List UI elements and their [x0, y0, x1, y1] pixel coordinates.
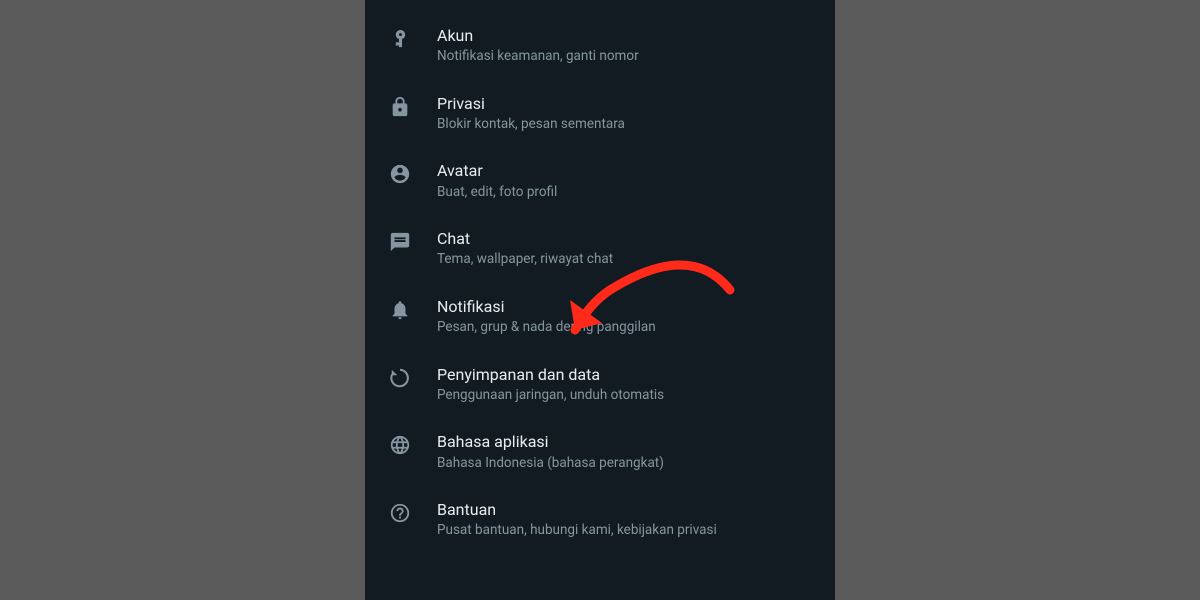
setting-item-penyimpanan[interactable]: Penyimpanan dan data Penggunaan jaringan…: [365, 351, 835, 419]
setting-item-bahasa[interactable]: Bahasa aplikasi Bahasa Indonesia (bahasa…: [365, 418, 835, 486]
setting-item-bantuan[interactable]: Bantuan Pusat bantuan, hubungi kami, keb…: [365, 486, 835, 554]
setting-item-privasi[interactable]: Privasi Blokir kontak, pesan sementara: [365, 80, 835, 148]
setting-text: Bahasa aplikasi Bahasa Indonesia (bahasa…: [437, 432, 815, 472]
setting-text: Notifikasi Pesan, grup & nada dering pan…: [437, 297, 815, 337]
avatar-icon: [389, 161, 437, 185]
setting-subtitle: Bahasa Indonesia (bahasa perangkat): [437, 455, 815, 473]
setting-text: Chat Tema, wallpaper, riwayat chat: [437, 229, 815, 269]
bell-icon: [389, 297, 437, 321]
help-icon: [389, 500, 437, 524]
setting-subtitle: Blokir kontak, pesan sementara: [437, 116, 815, 134]
setting-title: Avatar: [437, 161, 815, 180]
globe-icon: [389, 432, 437, 456]
setting-text: Bantuan Pusat bantuan, hubungi kami, keb…: [437, 500, 815, 540]
setting-item-avatar[interactable]: Avatar Buat, edit, foto profil: [365, 147, 835, 215]
settings-list: Akun Notifikasi keamanan, ganti nomor Pr…: [365, 0, 835, 554]
chat-icon: [389, 229, 437, 253]
setting-subtitle: Pusat bantuan, hubungi kami, kebijakan p…: [437, 522, 815, 540]
setting-text: Penyimpanan dan data Penggunaan jaringan…: [437, 365, 815, 405]
setting-title: Penyimpanan dan data: [437, 365, 815, 384]
data-icon: [389, 365, 437, 389]
setting-subtitle: Pesan, grup & nada dering panggilan: [437, 319, 815, 337]
settings-panel: Akun Notifikasi keamanan, ganti nomor Pr…: [365, 0, 835, 600]
setting-title: Bantuan: [437, 500, 815, 519]
setting-subtitle: Buat, edit, foto profil: [437, 184, 815, 202]
setting-item-chat[interactable]: Chat Tema, wallpaper, riwayat chat: [365, 215, 835, 283]
setting-text: Avatar Buat, edit, foto profil: [437, 161, 815, 201]
setting-text: Privasi Blokir kontak, pesan sementara: [437, 94, 815, 134]
setting-subtitle: Notifikasi keamanan, ganti nomor: [437, 48, 815, 66]
setting-subtitle: Penggunaan jaringan, unduh otomatis: [437, 387, 815, 405]
setting-subtitle: Tema, wallpaper, riwayat chat: [437, 251, 815, 269]
setting-item-notifikasi[interactable]: Notifikasi Pesan, grup & nada dering pan…: [365, 283, 835, 351]
setting-title: Akun: [437, 26, 815, 45]
lock-icon: [389, 94, 437, 118]
setting-title: Privasi: [437, 94, 815, 113]
key-icon: [389, 26, 437, 50]
setting-title: Notifikasi: [437, 297, 815, 316]
setting-title: Chat: [437, 229, 815, 248]
setting-item-akun[interactable]: Akun Notifikasi keamanan, ganti nomor: [365, 12, 835, 80]
setting-title: Bahasa aplikasi: [437, 432, 815, 451]
setting-text: Akun Notifikasi keamanan, ganti nomor: [437, 26, 815, 66]
